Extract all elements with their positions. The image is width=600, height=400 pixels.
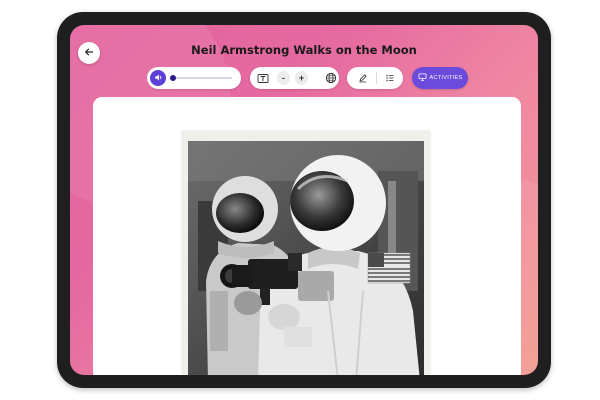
tablet-frame: Neil Armstrong Walks on the Moon - + ACT…: [57, 12, 551, 388]
text-tools: - +: [250, 67, 339, 89]
increase-text-button[interactable]: +: [295, 71, 309, 85]
globe-icon[interactable]: [322, 69, 339, 87]
list-icon[interactable]: [381, 69, 399, 87]
pencil-icon[interactable]: [354, 69, 372, 87]
toolbar: - + ACTIVITIES: [70, 67, 538, 89]
astronaut-photo: [188, 141, 424, 375]
activities-label: ACTIVITIES: [429, 75, 463, 81]
activities-button[interactable]: ACTIVITIES: [412, 67, 468, 89]
decrease-text-button[interactable]: -: [276, 71, 290, 85]
photo-card: [182, 131, 430, 375]
play-audio-button[interactable]: [150, 70, 166, 86]
toolbar-divider: [376, 72, 377, 84]
page-title: Neil Armstrong Walks on the Moon: [191, 43, 417, 57]
audio-progress-knob[interactable]: [170, 75, 176, 81]
text-size-icon[interactable]: [255, 69, 272, 87]
speaker-icon: [154, 69, 163, 87]
edit-tools: [347, 67, 403, 89]
audio-progress-slider[interactable]: [170, 75, 232, 81]
presentation-icon: [418, 73, 427, 83]
app-screen: Neil Armstrong Walks on the Moon - + ACT…: [70, 25, 538, 375]
audio-player: [147, 67, 241, 89]
content-panel: [93, 97, 521, 375]
